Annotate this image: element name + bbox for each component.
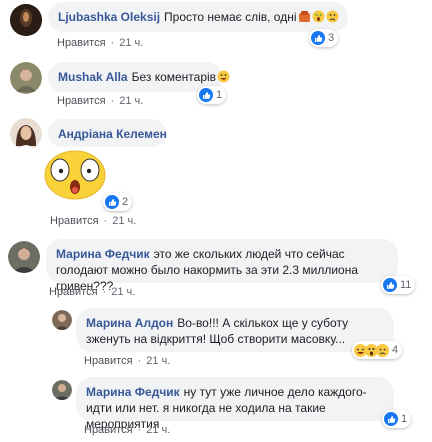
reaction-summary[interactable]: 3 bbox=[309, 29, 339, 47]
avatar[interactable] bbox=[52, 380, 72, 400]
like-link[interactable]: Нравится bbox=[84, 355, 133, 367]
comment-author[interactable]: Марина Федчик bbox=[56, 247, 150, 261]
like-link[interactable]: Нравится bbox=[50, 215, 99, 227]
comment-bubble: Андріана Келемен bbox=[48, 119, 167, 147]
sad-emoji-icon bbox=[326, 10, 339, 23]
sad-reaction-icon bbox=[376, 343, 389, 357]
reaction-count: 2 bbox=[122, 196, 129, 208]
timestamp[interactable]: 21 ч. bbox=[146, 424, 170, 436]
timestamp[interactable]: 21 ч. bbox=[119, 37, 143, 49]
like-link[interactable]: Нравится bbox=[49, 286, 98, 298]
reply-author[interactable]: Марина Алдон bbox=[86, 316, 173, 330]
comment-author[interactable]: Mushak Alla bbox=[58, 70, 128, 84]
comment-text: Просто немає слів, одні bbox=[164, 10, 297, 24]
comment-bubble: Ljubashka Oleksij Просто немає слів, одні bbox=[48, 2, 348, 32]
like-reaction-icon bbox=[105, 195, 119, 209]
avatar[interactable] bbox=[8, 241, 40, 273]
reply-actions: Нравится · 21 ч. bbox=[84, 355, 171, 367]
avatar[interactable] bbox=[52, 310, 72, 330]
comment-actions: Нравится · 21 ч. bbox=[49, 286, 136, 298]
reaction-count: 11 bbox=[400, 279, 412, 291]
reaction-summary[interactable]: 4 bbox=[352, 341, 403, 359]
reply-author[interactable]: Марина Федчик bbox=[86, 385, 180, 399]
comment-actions: Нравится · 21 ч. bbox=[57, 37, 144, 49]
like-reaction-icon bbox=[383, 278, 397, 292]
comment-bubble: Марина Федчик это же скольких людей что с… bbox=[46, 239, 398, 293]
like-link[interactable]: Нравится bbox=[57, 95, 106, 107]
box-emoji-icon bbox=[298, 10, 311, 23]
comment-actions: Нравится · 21 ч. bbox=[57, 95, 144, 107]
like-link[interactable]: Нравится bbox=[84, 424, 133, 436]
grinning-emoji-icon bbox=[217, 70, 230, 83]
timestamp[interactable]: 21 ч. bbox=[112, 215, 136, 227]
astonished-emoji-icon bbox=[312, 10, 325, 23]
comment-bubble: Mushak Alla Без коментарів bbox=[48, 62, 230, 92]
timestamp[interactable]: 21 ч. bbox=[111, 286, 135, 298]
comment-text: Без коментарів bbox=[131, 70, 217, 84]
astonished-sticker-icon bbox=[42, 148, 108, 202]
like-reaction-icon bbox=[199, 88, 213, 102]
comment-author[interactable]: Ljubashka Oleksij bbox=[58, 10, 160, 24]
comment-author[interactable]: Андріана Келемен bbox=[58, 127, 167, 141]
like-reaction-icon bbox=[384, 412, 398, 426]
reaction-summary[interactable]: 11 bbox=[381, 276, 416, 294]
reply-bubble: Марина Алдон Во-во!!! А скількох ще у суб… bbox=[76, 308, 394, 352]
reaction-count: 3 bbox=[328, 32, 335, 44]
timestamp[interactable]: 21 ч. bbox=[146, 355, 170, 367]
reaction-summary[interactable]: 1 bbox=[382, 410, 412, 428]
avatar[interactable] bbox=[10, 4, 42, 36]
reaction-summary[interactable]: 1 bbox=[197, 86, 227, 104]
reaction-count: 4 bbox=[392, 344, 399, 356]
comment-actions: Нравится · 21 ч. bbox=[50, 215, 137, 227]
reaction-count: 1 bbox=[216, 89, 223, 101]
reply-bubble: Марина Федчик ну тут уже личное дело кажд… bbox=[76, 377, 394, 431]
avatar[interactable] bbox=[10, 62, 42, 94]
avatar[interactable] bbox=[10, 118, 42, 150]
timestamp[interactable]: 21 ч. bbox=[119, 95, 143, 107]
like-link[interactable]: Нравится bbox=[57, 37, 106, 49]
reaction-summary[interactable]: 2 bbox=[103, 193, 133, 211]
reply-actions: Нравится · 21 ч. bbox=[84, 424, 171, 436]
reaction-count: 1 bbox=[401, 413, 408, 425]
like-reaction-icon bbox=[311, 31, 325, 45]
